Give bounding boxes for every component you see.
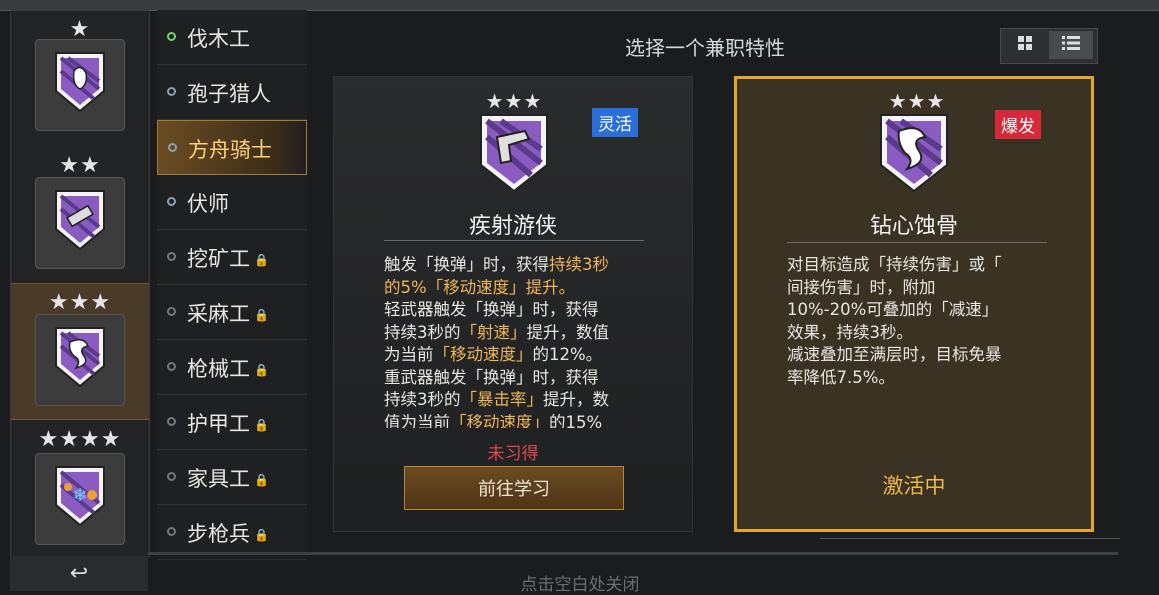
status-dot-icon [167, 362, 176, 371]
tier-4-badge[interactable]: ★★★★ ❄ [11, 419, 149, 554]
status-dot-icon [167, 197, 176, 206]
lock-icon: 🔒 [254, 253, 269, 267]
tier-stars: ★ [69, 17, 91, 42]
trait-tag: 灵活 [592, 108, 638, 137]
learn-status: 未习得 [487, 444, 539, 464]
grid-view-button[interactable] [1003, 31, 1047, 59]
bottom-divider [148, 552, 1118, 555]
divider [787, 242, 1047, 243]
tier-1-emblem-icon [54, 51, 106, 113]
trait-name: 疾射游侠 [468, 214, 557, 239]
lock-icon: 🔒 [254, 418, 269, 432]
nav-item-label: 孢子猎人 [187, 82, 271, 106]
tier-2-badge[interactable]: ★★ [11, 147, 149, 282]
trait-name: 钻心蚀骨 [869, 214, 958, 239]
trait-tag: 爆发 [995, 110, 1041, 139]
tier-2-emblem-icon [54, 189, 106, 251]
profession-list: 伐木工 孢子猎人 方舟骑士 伏师 挖矿工 🔒 采麻工 🔒 枪械工 🔒 护甲工 🔒 家具工… [157, 10, 307, 560]
lock-icon: 🔒 [254, 308, 269, 322]
tier-stars: ★★★ [48, 290, 112, 315]
tier-3-badge[interactable]: ★★★ [11, 283, 149, 420]
nav-item-label: 方舟骑士 [188, 138, 272, 162]
lock-icon: 🔒 [254, 473, 269, 487]
active-status: 激活中 [882, 474, 946, 498]
grid-icon [1017, 35, 1033, 56]
tier-stars: ★★★★ [38, 427, 122, 452]
trait-description: 对目标造成「持续伤害」或「 间接伤害」时，附加 10%-20%可叠加的「减速」 … [787, 255, 1002, 387]
status-dot-icon [167, 417, 176, 426]
card-stars: ★★★ [485, 89, 543, 113]
page-title: 选择一个兼职特性 [625, 36, 785, 60]
nav-item-miner[interactable]: 挖矿工 🔒 [157, 230, 307, 285]
nav-item-furniture-maker[interactable]: 家具工 🔒 [157, 450, 307, 505]
trait-description: 触发「换弹」时，获得持续3秒 的5%「移动速度」提升。 轻武器触发「换弹」时，获… [384, 255, 609, 428]
nav-item-label: 枪械工 🔒 [187, 357, 269, 381]
nav-item-gunsmith[interactable]: 枪械工 🔒 [157, 340, 307, 395]
lock-icon: 🔒 [254, 528, 269, 542]
tier-stars: ★★ [59, 153, 101, 178]
status-dot-icon [167, 527, 176, 536]
nav-item-label: 步枪兵 🔒 [187, 522, 269, 546]
card-stars: ★★★ [888, 89, 946, 113]
tier-4-emblem-icon: ❄ [54, 465, 106, 527]
nav-item-spore-hunter[interactable]: 孢子猎人 [157, 65, 307, 120]
go-learn-button[interactable]: 前往学习 [404, 466, 624, 510]
nav-item-lumberjack[interactable]: 伐木工 [157, 10, 307, 65]
list-icon [1061, 35, 1081, 56]
status-dot-icon [167, 252, 176, 261]
close-hint[interactable]: 点击空白处关闭 [480, 570, 680, 595]
back-button[interactable]: ↩ [10, 556, 148, 591]
nav-item-label: 采麻工 🔒 [187, 302, 269, 326]
back-arrow-icon: ↩ [69, 561, 89, 586]
svg-text:❄: ❄ [72, 485, 87, 506]
tier-badge-column: ★ ★★ ★★★ ★★★★ ❄ [10, 10, 150, 557]
divider [384, 240, 644, 241]
nav-item-ark-knight[interactable]: 方舟骑士 [157, 120, 307, 175]
view-toggle [1000, 28, 1098, 64]
status-dot-icon [167, 472, 176, 481]
nav-item-label: 伏师 [187, 192, 229, 216]
status-dot-icon [167, 87, 176, 96]
lock-icon: 🔒 [254, 363, 269, 377]
status-dot-icon [168, 143, 177, 152]
tier-3-emblem-icon [54, 326, 106, 388]
nav-item-hemp-gatherer[interactable]: 采麻工 🔒 [157, 285, 307, 340]
trait-card-piercing-bone[interactable]: ★★★ 爆发 钻心蚀骨 对目标造成「持续伤害」或「 间接伤害」时，附加 10%-… [734, 76, 1094, 532]
decorative-ruler [820, 538, 1120, 547]
rapid-ranger-emblem-icon [479, 113, 549, 193]
status-dot-icon [167, 307, 176, 316]
nav-item-label: 挖矿工 🔒 [187, 247, 269, 271]
nav-item-label: 家具工 🔒 [187, 467, 269, 491]
piercing-bone-emblem-icon [879, 113, 949, 193]
trait-card-rapid-ranger[interactable]: ★★★ 灵活 疾射游侠 触发「换弹」时，获得持续3秒 的5%「移动速度」提升。 … [333, 76, 693, 532]
tier-1-badge[interactable]: ★ [11, 11, 149, 146]
nav-item-armorsmith[interactable]: 护甲工 🔒 [157, 395, 307, 450]
status-dot-icon [167, 32, 176, 41]
list-view-button[interactable] [1049, 31, 1093, 59]
nav-item-label: 护甲工 🔒 [187, 412, 269, 436]
nav-item-fushi[interactable]: 伏师 [157, 175, 307, 230]
nav-item-label: 伐木工 [187, 27, 250, 51]
